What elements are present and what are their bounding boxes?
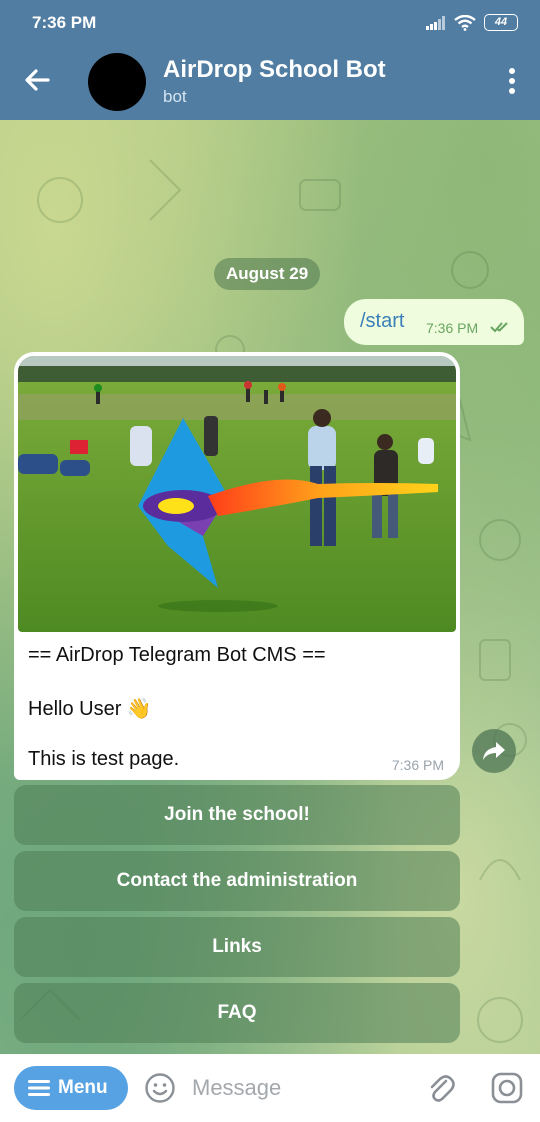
status-bar: 7:36 PM 44	[0, 0, 540, 46]
menu-button[interactable]: Menu	[14, 1066, 128, 1110]
app-bar: 7:36 PM 44 AirDrop School Bot bot	[0, 0, 540, 120]
attach-icon[interactable]	[424, 1072, 458, 1106]
links-button[interactable]: Links	[14, 917, 460, 977]
incoming-message-time: 7:36 PM	[391, 757, 444, 773]
message-composer: Menu	[0, 1054, 540, 1122]
double-check-icon	[490, 322, 508, 333]
hamburger-icon	[28, 1080, 50, 1096]
message-input[interactable]	[192, 1072, 412, 1104]
bot-avatar[interactable]	[88, 53, 146, 111]
status-icons: 44	[426, 14, 518, 31]
join-school-button[interactable]: Join the school!	[14, 785, 460, 845]
outgoing-message[interactable]: /start 7:36 PM	[344, 299, 524, 345]
faq-button[interactable]: FAQ	[14, 983, 460, 1043]
date-separator: August 29	[214, 258, 321, 290]
message-line-3: This is test page.	[28, 748, 180, 770]
wifi-icon	[454, 14, 476, 31]
battery-icon: 44	[484, 14, 518, 31]
menu-label: Menu	[58, 1077, 108, 1098]
message-line-2: Hello User 👋	[28, 698, 152, 720]
contact-administration-button[interactable]: Contact the administration	[14, 851, 460, 911]
emoji-icon[interactable]	[144, 1072, 176, 1104]
more-options-icon[interactable]	[502, 66, 522, 96]
outgoing-message-text[interactable]: /start	[360, 310, 404, 333]
camera-icon[interactable]	[490, 1071, 524, 1105]
back-arrow-icon[interactable]	[20, 62, 56, 98]
chat-subtitle: bot	[163, 87, 187, 106]
message-photo[interactable]	[18, 356, 456, 632]
share-icon[interactable]	[472, 729, 516, 773]
outgoing-message-time: 7:36 PM	[426, 320, 479, 336]
chat-title[interactable]: AirDrop School Bot	[163, 56, 386, 84]
signal-icon	[426, 15, 445, 30]
message-line-1: == AirDrop Telegram Bot CMS ==	[28, 644, 326, 666]
status-time: 7:36 PM	[32, 13, 97, 32]
incoming-message[interactable]: == AirDrop Telegram Bot CMS == Hello Use…	[14, 352, 460, 780]
